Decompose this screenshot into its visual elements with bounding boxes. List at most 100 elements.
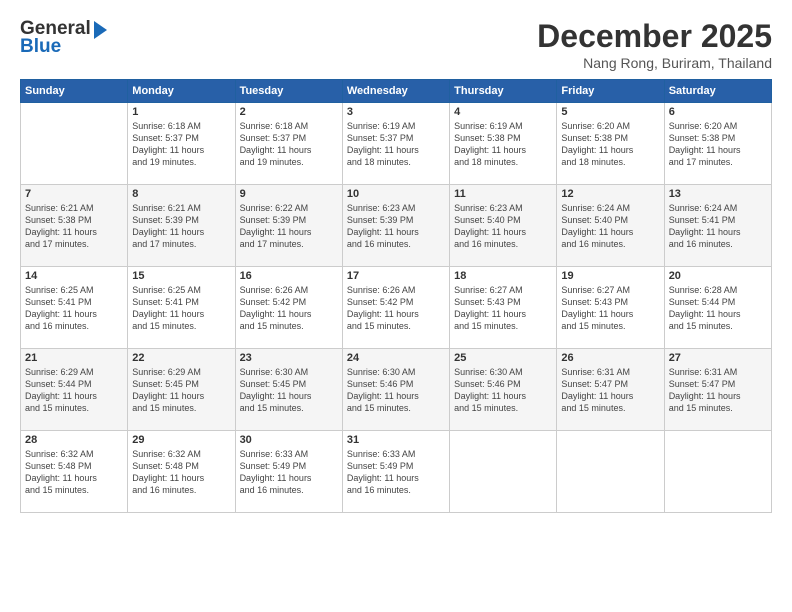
- day-number: 9: [240, 188, 338, 200]
- calendar-cell: 19 Sunrise: 6:27 AM Sunset: 5:43 PM Dayli…: [557, 267, 664, 349]
- day-number: 7: [25, 188, 123, 200]
- calendar-cell: 31 Sunrise: 6:33 AM Sunset: 5:49 PM Dayli…: [342, 431, 449, 513]
- logo: General Blue: [20, 18, 107, 58]
- day-info: Sunrise: 6:33 AM Sunset: 5:49 PM Dayligh…: [347, 448, 445, 497]
- calendar-cell: 17 Sunrise: 6:26 AM Sunset: 5:42 PM Dayli…: [342, 267, 449, 349]
- day-number: 19: [561, 270, 659, 282]
- day-header-saturday: Saturday: [664, 80, 771, 103]
- day-info: Sunrise: 6:22 AM Sunset: 5:39 PM Dayligh…: [240, 202, 338, 251]
- calendar-cell: 25 Sunrise: 6:30 AM Sunset: 5:46 PM Dayli…: [450, 349, 557, 431]
- calendar-cell: 26 Sunrise: 6:31 AM Sunset: 5:47 PM Dayli…: [557, 349, 664, 431]
- day-number: 13: [669, 188, 767, 200]
- calendar-cell: 15Sunrise: 6:25 AM Sunset: 5:41 PM Dayli…: [128, 267, 235, 349]
- calendar-cell: 14Sunrise: 6:25 AM Sunset: 5:41 PM Dayli…: [21, 267, 128, 349]
- calendar-cell: 24Sunrise: 6:30 AM Sunset: 5:46 PM Dayli…: [342, 349, 449, 431]
- calendar-cell: 12 Sunrise: 6:24 AM Sunset: 5:40 PM Dayli…: [557, 185, 664, 267]
- calendar-cell: 3 Sunrise: 6:19 AM Sunset: 5:37 PM Daylig…: [342, 103, 449, 185]
- header-row: SundayMondayTuesdayWednesdayThursdayFrid…: [21, 80, 772, 103]
- calendar-cell: 18Sunrise: 6:27 AM Sunset: 5:43 PM Dayli…: [450, 267, 557, 349]
- day-info: Sunrise: 6:24 AM Sunset: 5:40 PM Dayligh…: [561, 202, 659, 251]
- calendar-cell: 1 Sunrise: 6:18 AM Sunset: 5:37 PM Daylig…: [128, 103, 235, 185]
- day-number: 29: [132, 434, 230, 446]
- calendar-header: SundayMondayTuesdayWednesdayThursdayFrid…: [21, 80, 772, 103]
- day-number: 12: [561, 188, 659, 200]
- day-info: Sunrise: 6:32 AM Sunset: 5:48 PM Dayligh…: [25, 448, 123, 497]
- calendar-cell: 21 Sunrise: 6:29 AM Sunset: 5:44 PM Dayli…: [21, 349, 128, 431]
- day-number: 26: [561, 352, 659, 364]
- day-info: Sunrise: 6:18 AM Sunset: 5:37 PM Dayligh…: [132, 120, 230, 169]
- day-info: Sunrise: 6:27 AM Sunset: 5:43 PM Dayligh…: [561, 284, 659, 333]
- day-number: 5: [561, 106, 659, 118]
- calendar-cell: [450, 431, 557, 513]
- day-header-sunday: Sunday: [21, 80, 128, 103]
- day-info: Sunrise: 6:19 AM Sunset: 5:37 PM Dayligh…: [347, 120, 445, 169]
- day-number: 2: [240, 106, 338, 118]
- day-info: Sunrise: 6:29 AM Sunset: 5:45 PM Dayligh…: [132, 366, 230, 415]
- calendar-cell: 30Sunrise: 6:33 AM Sunset: 5:49 PM Dayli…: [235, 431, 342, 513]
- day-info: Sunrise: 6:24 AM Sunset: 5:41 PM Dayligh…: [669, 202, 767, 251]
- location: Nang Rong, Buriram, Thailand: [537, 55, 772, 71]
- day-info: Sunrise: 6:27 AM Sunset: 5:43 PM Dayligh…: [454, 284, 552, 333]
- page: General Blue December 2025 Nang Rong, Bu…: [0, 0, 792, 612]
- day-number: 6: [669, 106, 767, 118]
- day-number: 23: [240, 352, 338, 364]
- calendar-cell: [664, 431, 771, 513]
- day-header-friday: Friday: [557, 80, 664, 103]
- week-row-1: 1 Sunrise: 6:18 AM Sunset: 5:37 PM Daylig…: [21, 103, 772, 185]
- calendar: SundayMondayTuesdayWednesdayThursdayFrid…: [20, 79, 772, 513]
- calendar-cell: 11 Sunrise: 6:23 AM Sunset: 5:40 PM Dayli…: [450, 185, 557, 267]
- day-info: Sunrise: 6:31 AM Sunset: 5:47 PM Dayligh…: [561, 366, 659, 415]
- calendar-cell: 13 Sunrise: 6:24 AM Sunset: 5:41 PM Dayli…: [664, 185, 771, 267]
- day-number: 10: [347, 188, 445, 200]
- day-info: Sunrise: 6:30 AM Sunset: 5:46 PM Dayligh…: [347, 366, 445, 415]
- day-number: 15: [132, 270, 230, 282]
- logo-blue: Blue: [20, 36, 61, 58]
- day-info: Sunrise: 6:30 AM Sunset: 5:45 PM Dayligh…: [240, 366, 338, 415]
- day-number: 28: [25, 434, 123, 446]
- week-row-5: 28 Sunrise: 6:32 AM Sunset: 5:48 PM Dayli…: [21, 431, 772, 513]
- calendar-cell: 9 Sunrise: 6:22 AM Sunset: 5:39 PM Daylig…: [235, 185, 342, 267]
- day-number: 27: [669, 352, 767, 364]
- day-number: 1: [132, 106, 230, 118]
- day-info: Sunrise: 6:21 AM Sunset: 5:38 PM Dayligh…: [25, 202, 123, 251]
- day-number: 3: [347, 106, 445, 118]
- calendar-cell: 29Sunrise: 6:32 AM Sunset: 5:48 PM Dayli…: [128, 431, 235, 513]
- day-number: 17: [347, 270, 445, 282]
- day-info: Sunrise: 6:31 AM Sunset: 5:47 PM Dayligh…: [669, 366, 767, 415]
- day-info: Sunrise: 6:20 AM Sunset: 5:38 PM Dayligh…: [561, 120, 659, 169]
- day-info: Sunrise: 6:28 AM Sunset: 5:44 PM Dayligh…: [669, 284, 767, 333]
- day-number: 16: [240, 270, 338, 282]
- day-number: 31: [347, 434, 445, 446]
- day-info: Sunrise: 6:18 AM Sunset: 5:37 PM Dayligh…: [240, 120, 338, 169]
- logo-arrow: [94, 21, 107, 39]
- calendar-cell: 2 Sunrise: 6:18 AM Sunset: 5:37 PM Daylig…: [235, 103, 342, 185]
- calendar-cell: 8Sunrise: 6:21 AM Sunset: 5:39 PM Daylig…: [128, 185, 235, 267]
- calendar-body: 1 Sunrise: 6:18 AM Sunset: 5:37 PM Daylig…: [21, 103, 772, 513]
- day-header-tuesday: Tuesday: [235, 80, 342, 103]
- calendar-cell: 20 Sunrise: 6:28 AM Sunset: 5:44 PM Dayli…: [664, 267, 771, 349]
- day-info: Sunrise: 6:23 AM Sunset: 5:40 PM Dayligh…: [454, 202, 552, 251]
- day-header-monday: Monday: [128, 80, 235, 103]
- day-info: Sunrise: 6:20 AM Sunset: 5:38 PM Dayligh…: [669, 120, 767, 169]
- calendar-cell: [21, 103, 128, 185]
- day-info: Sunrise: 6:19 AM Sunset: 5:38 PM Dayligh…: [454, 120, 552, 169]
- day-info: Sunrise: 6:29 AM Sunset: 5:44 PM Dayligh…: [25, 366, 123, 415]
- day-number: 11: [454, 188, 552, 200]
- day-header-wednesday: Wednesday: [342, 80, 449, 103]
- day-info: Sunrise: 6:26 AM Sunset: 5:42 PM Dayligh…: [347, 284, 445, 333]
- week-row-3: 14Sunrise: 6:25 AM Sunset: 5:41 PM Dayli…: [21, 267, 772, 349]
- day-number: 14: [25, 270, 123, 282]
- day-number: 25: [454, 352, 552, 364]
- title-block: December 2025 Nang Rong, Buriram, Thaila…: [537, 18, 772, 71]
- calendar-cell: 22 Sunrise: 6:29 AM Sunset: 5:45 PM Dayli…: [128, 349, 235, 431]
- day-number: 22: [132, 352, 230, 364]
- day-info: Sunrise: 6:30 AM Sunset: 5:46 PM Dayligh…: [454, 366, 552, 415]
- calendar-cell: 27 Sunrise: 6:31 AM Sunset: 5:47 PM Dayli…: [664, 349, 771, 431]
- calendar-cell: 16Sunrise: 6:26 AM Sunset: 5:42 PM Dayli…: [235, 267, 342, 349]
- calendar-cell: 4 Sunrise: 6:19 AM Sunset: 5:38 PM Daylig…: [450, 103, 557, 185]
- day-number: 20: [669, 270, 767, 282]
- calendar-cell: [557, 431, 664, 513]
- day-number: 4: [454, 106, 552, 118]
- day-number: 21: [25, 352, 123, 364]
- day-number: 8: [132, 188, 230, 200]
